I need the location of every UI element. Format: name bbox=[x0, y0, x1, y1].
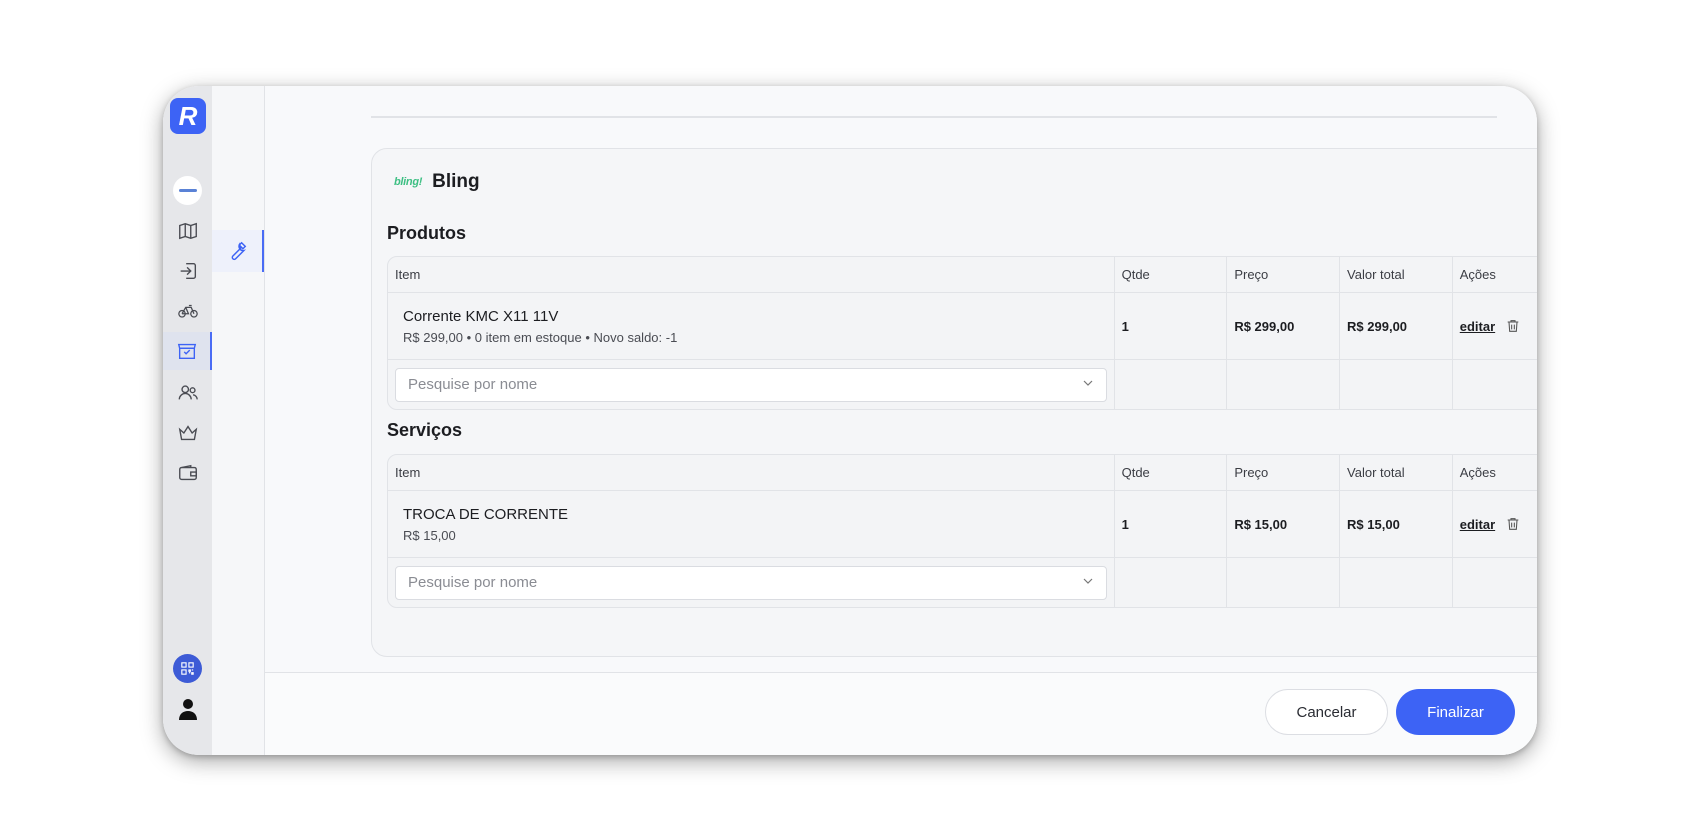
cancel-button[interactable]: Cancelar bbox=[1265, 689, 1388, 735]
sub-navigation bbox=[212, 86, 265, 755]
edit-link[interactable]: editar bbox=[1460, 319, 1495, 334]
item-cell: TROCA DE CORRENTE R$ 15,00 bbox=[388, 491, 1114, 558]
card-title: Bling bbox=[432, 171, 480, 192]
table-row: TROCA DE CORRENTE R$ 15,00 1 R$ 15,00 R$… bbox=[388, 491, 1537, 558]
integration-card: bling! Bling Produtos Item Qtde Preço Va… bbox=[371, 148, 1537, 657]
sidebar: R bbox=[163, 86, 212, 755]
service-search-input[interactable] bbox=[406, 573, 1010, 592]
product-search-input[interactable] bbox=[406, 375, 1010, 394]
main-content: bling! Bling Produtos Item Qtde Preço Va… bbox=[265, 86, 1537, 755]
bling-logo: bling! bbox=[394, 176, 423, 188]
item-total: R$ 299,00 bbox=[1347, 318, 1408, 334]
app-logo[interactable]: R bbox=[170, 98, 206, 134]
section-title-servicos: Serviços bbox=[387, 420, 463, 440]
item-qty: 1 bbox=[1121, 318, 1129, 334]
item-name: Corrente KMC X11 11V bbox=[403, 307, 559, 325]
card-header: bling! Bling bbox=[394, 171, 480, 193]
column-header-qty: Qtde bbox=[1113, 455, 1227, 491]
divider bbox=[371, 116, 1497, 118]
item-price: R$ 299,00 bbox=[1234, 318, 1295, 334]
qr-code-icon[interactable] bbox=[173, 654, 202, 683]
item-cell: Corrente KMC X11 11V R$ 299,00 • 0 item … bbox=[388, 293, 1114, 360]
users-icon[interactable] bbox=[163, 374, 212, 412]
bicycle-icon[interactable] bbox=[163, 292, 212, 330]
wrench-icon[interactable] bbox=[212, 230, 264, 272]
trash-icon[interactable] bbox=[1505, 318, 1521, 334]
search-row bbox=[388, 360, 1537, 409]
column-header-total: Valor total bbox=[1339, 257, 1452, 293]
chevron-down-icon[interactable] bbox=[1080, 375, 1096, 394]
table-header-row: Item Qtde Preço Valor total Ações bbox=[388, 455, 1537, 491]
user-avatar-icon[interactable] bbox=[174, 694, 202, 724]
login-icon[interactable] bbox=[163, 252, 212, 290]
product-search-select[interactable] bbox=[395, 367, 1107, 402]
column-header-item: Item bbox=[388, 257, 1114, 293]
column-header-actions: Ações bbox=[1451, 257, 1537, 293]
search-row bbox=[388, 558, 1537, 607]
crown-icon[interactable] bbox=[163, 414, 212, 452]
wallet-icon[interactable] bbox=[163, 454, 212, 492]
column-header-total: Valor total bbox=[1339, 455, 1452, 491]
footer-bar: Cancelar Finalizar bbox=[265, 672, 1537, 755]
item-price: R$ 15,00 bbox=[1234, 516, 1288, 532]
servicos-table: Item Qtde Preço Valor total Ações TROCA … bbox=[387, 454, 1537, 608]
trash-icon[interactable] bbox=[1505, 516, 1521, 532]
store-icon[interactable] bbox=[163, 332, 212, 370]
produtos-table: Item Qtde Preço Valor total Ações Corren… bbox=[387, 256, 1537, 410]
column-header-actions: Ações bbox=[1451, 455, 1537, 491]
chevron-down-icon[interactable] bbox=[1080, 573, 1096, 592]
section-title-produtos: Produtos bbox=[387, 223, 466, 243]
column-header-price: Preço bbox=[1226, 455, 1340, 491]
item-details: R$ 299,00 • 0 item em estoque • Novo sal… bbox=[403, 329, 678, 345]
app-window: R bling! Bling Produtos Item Qtde Preço … bbox=[163, 86, 1537, 755]
column-header-item: Item bbox=[388, 455, 1114, 491]
table-header-row: Item Qtde Preço Valor total Ações bbox=[388, 257, 1537, 293]
row-actions: editar bbox=[1460, 318, 1537, 334]
item-details: R$ 15,00 bbox=[403, 527, 456, 543]
map-icon[interactable] bbox=[163, 212, 212, 250]
organization-avatar[interactable] bbox=[173, 176, 202, 205]
table-row: Corrente KMC X11 11V R$ 299,00 • 0 item … bbox=[388, 293, 1537, 360]
row-actions: editar bbox=[1460, 516, 1537, 532]
item-total: R$ 15,00 bbox=[1347, 516, 1400, 532]
column-header-qty: Qtde bbox=[1113, 257, 1227, 293]
item-name: TROCA DE CORRENTE bbox=[403, 505, 569, 523]
finish-button[interactable]: Finalizar bbox=[1396, 689, 1515, 735]
edit-link[interactable]: editar bbox=[1460, 517, 1495, 532]
column-header-price: Preço bbox=[1226, 257, 1340, 293]
item-qty: 1 bbox=[1121, 516, 1129, 532]
service-search-select[interactable] bbox=[395, 565, 1107, 600]
